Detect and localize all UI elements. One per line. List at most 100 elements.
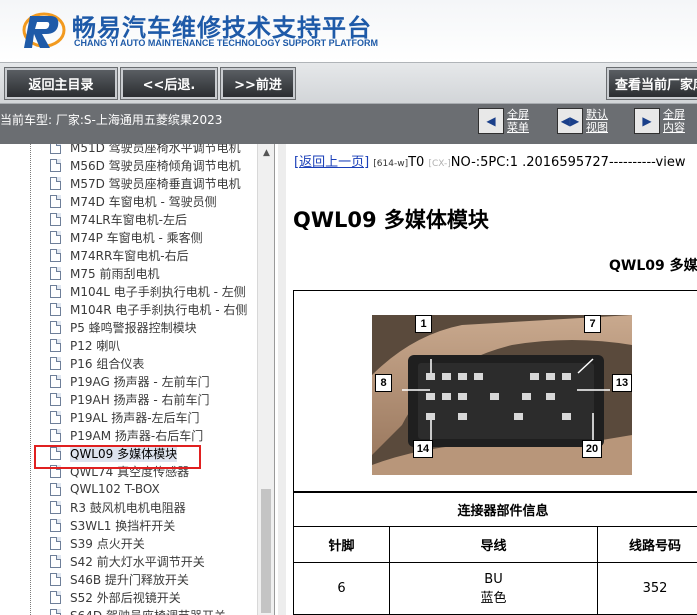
tree-item[interactable]: M74RR车窗电机-右后 [50, 246, 189, 264]
document-icon [50, 338, 61, 352]
tree-item[interactable]: M104R 电子手刹执行电机 - 右侧 [50, 300, 247, 318]
tree-item-label: S3WL1 换挡杆开关 [70, 518, 176, 533]
tree-item-label: M74LR车窗电机-左后 [70, 212, 187, 227]
tree-item[interactable]: P19AL 扬声器-左后车门 [50, 408, 200, 426]
expand-left-icon: ◀ [478, 108, 504, 134]
document-icon [50, 572, 61, 586]
pin-label-20: 20 [582, 440, 602, 458]
document-icon [50, 482, 61, 496]
tree-item-label: R3 鼓风机电机电阻器 [70, 500, 186, 515]
tree-item[interactable]: M74P 车窗电机 - 乘客侧 [50, 228, 203, 246]
tree-item[interactable]: P19AG 扬声器 - 左前车门 [50, 372, 210, 390]
default-view-label: 默认 视图 [586, 108, 608, 134]
document-icon [50, 176, 61, 190]
doc-cx: [CX-] [428, 159, 451, 169]
tree-item-label: S52 外部后视镜开关 [70, 590, 181, 605]
full-menu-button[interactable]: ◀ 全屏 菜单 [478, 108, 535, 134]
tree-item-label: S64D 驾驶员座椅调节器开关 [70, 607, 226, 615]
tree-scrollbar[interactable]: ▲ [257, 144, 274, 615]
tree-item-label: P19AL 扬声器-左后车门 [70, 410, 200, 425]
doc-t0: T0 [408, 155, 425, 170]
tree-item-label: M104L 电子手刹执行电机 - 左侧 [70, 284, 246, 299]
tree-item-label: M74D 车窗电机 - 驾驶员侧 [70, 194, 217, 209]
view-manufacturer-button[interactable]: 查看当前厂家库 [606, 67, 697, 100]
table-caption: 连接器部件信息 [293, 492, 697, 527]
tree-item-label: M75 前雨刮电机 [70, 266, 160, 281]
document-icon [50, 284, 61, 298]
tree-scroll-thumb[interactable] [261, 489, 271, 613]
tree-item[interactable]: S39 点火开关 [50, 534, 145, 552]
tree-item[interactable]: M56D 驾驶员座椅倾角调节电机 [50, 156, 241, 174]
nav-toolbar: 返回主目录 <<后退. >>前进 查看当前厂家库 [0, 62, 697, 104]
home-button[interactable]: 返回主目录 [4, 67, 118, 100]
tree-item-label: S46B 提升门释放开关 [70, 572, 189, 587]
document-icon [50, 590, 61, 604]
tree-item[interactable]: M104L 电子手刹执行电机 - 左侧 [50, 282, 246, 300]
tree-item[interactable]: M75 前雨刮电机 [50, 264, 159, 282]
tree-item-label: QWL102 T-BOX [70, 482, 160, 496]
document-icon [50, 392, 61, 406]
document-icon [50, 194, 61, 208]
platform-subtitle: CHANG YI AUTO MAINTENANCE TECHNOLOGY SUP… [74, 38, 379, 48]
document-icon [50, 500, 61, 514]
default-view-button[interactable]: ◀▶ 默认 视图 [557, 108, 614, 134]
tree-item[interactable]: S64D 驾驶员座椅调节器开关 [50, 606, 226, 615]
tree-item-label: M57D 驾驶员座椅垂直调节电机 [70, 176, 241, 191]
tree-item-label: P19AH 扬声器 - 右前车门 [70, 392, 210, 407]
tree-item-label: P16 组合仪表 [70, 356, 145, 371]
tree-item[interactable]: P19AH 扬声器 - 右前车门 [50, 390, 210, 408]
full-content-label: 全屏 内容 [663, 108, 685, 134]
document-icon [50, 554, 61, 568]
tree-item[interactable]: M74LR车窗电机-左后 [50, 210, 187, 228]
document-icon [50, 608, 61, 615]
tree-item-label: P19AG 扬声器 - 左前车门 [70, 374, 210, 389]
connector-image-frame: 1 7 8 13 14 20 [293, 290, 697, 492]
column-header-circuit: 线路号码 [597, 526, 697, 563]
table-row: 6 BU 蓝色 352 [293, 562, 697, 615]
full-content-button[interactable]: ▶ 全屏 内容 [634, 108, 691, 134]
tree-item[interactable]: P5 蜂鸣警报器控制模块 [50, 318, 197, 336]
doc-code: [614-w] [373, 159, 409, 169]
tree-item[interactable]: S3WL1 换挡杆开关 [50, 516, 175, 534]
tree-item[interactable]: S46B 提升门释放开关 [50, 570, 189, 588]
cell-circuit: 352 [597, 562, 697, 615]
tree-item[interactable]: QWL102 T-BOX [50, 480, 160, 498]
connector-photo: 1 7 8 13 14 20 [372, 315, 632, 475]
tree-item[interactable]: S52 外部后视镜开关 [50, 588, 181, 606]
back-to-previous-link[interactable]: [返回上一页] [294, 155, 369, 170]
full-menu-label: 全屏 菜单 [507, 108, 529, 134]
back-button[interactable]: <<后退. [120, 67, 218, 100]
document-icon [50, 266, 61, 280]
tree-item[interactable]: R3 鼓风机电机电阻器 [50, 498, 186, 516]
pin-label-1: 1 [415, 315, 432, 333]
tree-item[interactable]: P16 组合仪表 [50, 354, 144, 372]
tree-item[interactable]: P12 喇叭 [50, 336, 120, 354]
tree-item[interactable]: M57D 驾驶员座椅垂直调节电机 [50, 174, 241, 192]
current-vehicle-label: 当前车型: 厂家:S-上海通用五菱缤果2023 [0, 113, 223, 127]
column-header-wire: 导线 [389, 526, 598, 563]
document-icon [50, 536, 61, 550]
component-tree: M51D 驾驶员座椅水平调节电机 M56D 驾驶员座椅倾角调节电机 M57D 驾驶员… [0, 144, 275, 615]
content-scrollbar[interactable] [278, 144, 286, 615]
app-window: 畅易汽车维修技术支持平台 CHANG YI AUTO MAINTENANCE T… [0, 0, 697, 615]
selection-highlight [34, 445, 201, 469]
split-view-icon: ◀▶ [557, 108, 583, 134]
tree-item[interactable]: S42 前大灯水平调节开关 [50, 552, 205, 570]
tree-item[interactable]: P19AM 扬声器-右后车门 [50, 426, 203, 444]
scroll-up-icon[interactable]: ▲ [258, 146, 274, 160]
column-header-pin: 针脚 [293, 526, 390, 563]
document-icon [50, 356, 61, 370]
pin-label-8: 8 [375, 374, 392, 392]
document-icon [50, 158, 61, 172]
document-icon [50, 248, 61, 262]
tree-item[interactable]: M51D 驾驶员座椅水平调节电机 [50, 144, 241, 156]
document-icon [50, 212, 61, 226]
cell-pin: 6 [293, 562, 390, 615]
cy-logo-icon [22, 12, 66, 48]
pin-label-13: 13 [612, 374, 632, 392]
tree-item[interactable]: M74D 车窗电机 - 驾驶员侧 [50, 192, 217, 210]
document-icon [50, 428, 61, 442]
forward-button[interactable]: >>前进 [220, 67, 296, 100]
tree-item-label: M56D 驾驶员座椅倾角调节电机 [70, 158, 241, 173]
tree-item-label: M51D 驾驶员座椅水平调节电机 [70, 144, 241, 155]
